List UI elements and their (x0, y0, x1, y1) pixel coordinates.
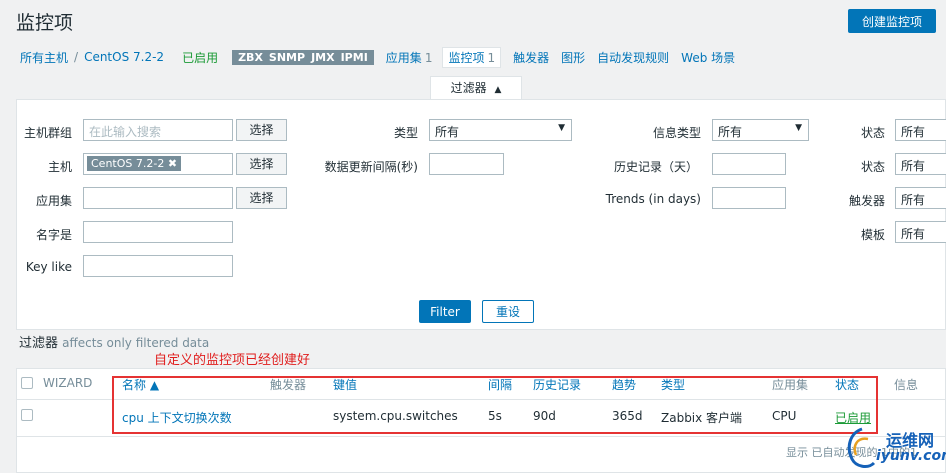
tab-discovery-label[interactable]: 自动发现规则 (597, 51, 669, 65)
triangle-up-icon: ▲ (494, 85, 502, 95)
info-type-select-value: 所有 (718, 125, 743, 139)
ipmi-tag: IPMI (340, 50, 368, 64)
tab-graphs-label[interactable]: 图形 (561, 51, 585, 65)
annotation-text: 自定义的监控项已经创建好 (154, 353, 311, 368)
tab-items[interactable]: 监控项 1 (442, 46, 502, 68)
state-select[interactable]: 所有 (895, 119, 946, 141)
state-label: 状态 (860, 126, 885, 140)
type-label: 类型 (393, 126, 418, 140)
host-link[interactable]: CentOS 7.2-2 (84, 50, 164, 64)
host-group-select-button[interactable]: 选择 (236, 119, 287, 141)
tab-applications-count: 1 (424, 50, 433, 65)
filter-toggle-tab[interactable]: 过滤器 ▲ (430, 76, 522, 100)
trends-label: Trends (in days) (605, 192, 701, 206)
host-group-label: 主机群组 (23, 126, 72, 140)
filter-apply-button[interactable]: Filter (419, 300, 471, 323)
key-label: Key like (25, 260, 72, 274)
host-navigation: 所有主机 / CentOS 7.2-2 已启用 ZBX SNMP JMX IPM… (20, 46, 735, 68)
interval-label: 数据更新间隔(秒) (324, 160, 418, 174)
filter-tab-label: 过滤器 (450, 81, 487, 95)
interval-input[interactable] (429, 153, 504, 175)
triggers-select[interactable]: 所有 (895, 187, 946, 209)
col-wizard: WIZARD (43, 376, 93, 390)
tab-graphs[interactable]: 图形 (561, 49, 585, 66)
breadcrumb-separator: / (74, 50, 79, 64)
application-input[interactable] (83, 187, 233, 209)
template-select[interactable]: 所有 (895, 221, 946, 243)
application-select-button[interactable]: 选择 (236, 187, 287, 209)
col-info: 信息 (894, 378, 919, 392)
jmx-tag: JMX (311, 50, 335, 64)
host-input[interactable]: CentOS 7.2-2 ✖ (83, 153, 233, 175)
name-input[interactable] (83, 221, 233, 243)
tab-triggers[interactable]: 触发器 (513, 49, 549, 66)
triggers-filter-label: 触发器 (848, 194, 885, 208)
tab-items-count: 1 (487, 50, 496, 65)
watermark-logo: 运维网 iyunv.com (842, 423, 946, 473)
host-status-link[interactable]: 已启用 (182, 49, 218, 66)
host-chip-label: CentOS 7.2-2 (91, 157, 165, 170)
host-label: 主机 (47, 160, 72, 174)
tab-discovery[interactable]: 自动发现规则 (597, 49, 669, 66)
availability-tags: ZBX SNMP JMX IPMI (232, 49, 374, 65)
tab-web[interactable]: Web 场景 (681, 49, 735, 66)
template-label: 模板 (860, 228, 885, 242)
create-item-button[interactable]: 创建监控项 (848, 9, 936, 33)
all-hosts-link[interactable]: 所有主机 (20, 49, 68, 66)
watermark-line2: iyunv.com (876, 448, 946, 464)
filter-note-sub: affects only filtered data (62, 336, 210, 350)
status-select[interactable]: 所有 (895, 153, 946, 175)
snmp-tag: SNMP (268, 50, 306, 64)
application-label: 应用集 (35, 194, 72, 208)
select-all-checkbox[interactable] (21, 377, 33, 389)
zbx-tag: ZBX (238, 50, 263, 64)
dropdown-arrow-icon: ▼ (558, 123, 565, 133)
page-title: 监控项 (16, 12, 74, 34)
dropdown-arrow-icon: ▼ (795, 123, 802, 133)
info-type-label: 信息类型 (652, 126, 701, 140)
host-group-input[interactable]: 在此输入搜索 (83, 119, 233, 141)
name-label: 名字是 (35, 228, 72, 242)
filter-note-title: 过滤器 (19, 336, 59, 351)
tab-web-label[interactable]: Web 场景 (681, 51, 735, 65)
key-input[interactable] (83, 255, 233, 277)
tab-triggers-label[interactable]: 触发器 (513, 51, 549, 65)
type-select-value: 所有 (435, 125, 460, 139)
close-icon[interactable]: ✖ (168, 157, 177, 170)
info-type-select[interactable]: 所有 ▼ (712, 119, 809, 141)
trends-input[interactable] (712, 187, 786, 209)
type-select[interactable]: 所有 ▼ (429, 119, 572, 141)
filter-reset-button[interactable]: 重设 (482, 300, 534, 323)
highlight-box (112, 376, 878, 434)
host-chip: CentOS 7.2-2 ✖ (87, 156, 182, 171)
history-input[interactable] (712, 153, 786, 175)
row-checkbox[interactable] (21, 409, 33, 421)
tab-items-label[interactable]: 监控项 (448, 51, 484, 65)
tab-applications[interactable]: 应用集 1 (386, 49, 433, 66)
row-divider (16, 436, 946, 437)
status-label: 状态 (860, 160, 885, 174)
tab-applications-label[interactable]: 应用集 (386, 51, 422, 65)
history-label: 历史记录（天） (613, 160, 698, 174)
host-select-button[interactable]: 选择 (236, 153, 287, 175)
